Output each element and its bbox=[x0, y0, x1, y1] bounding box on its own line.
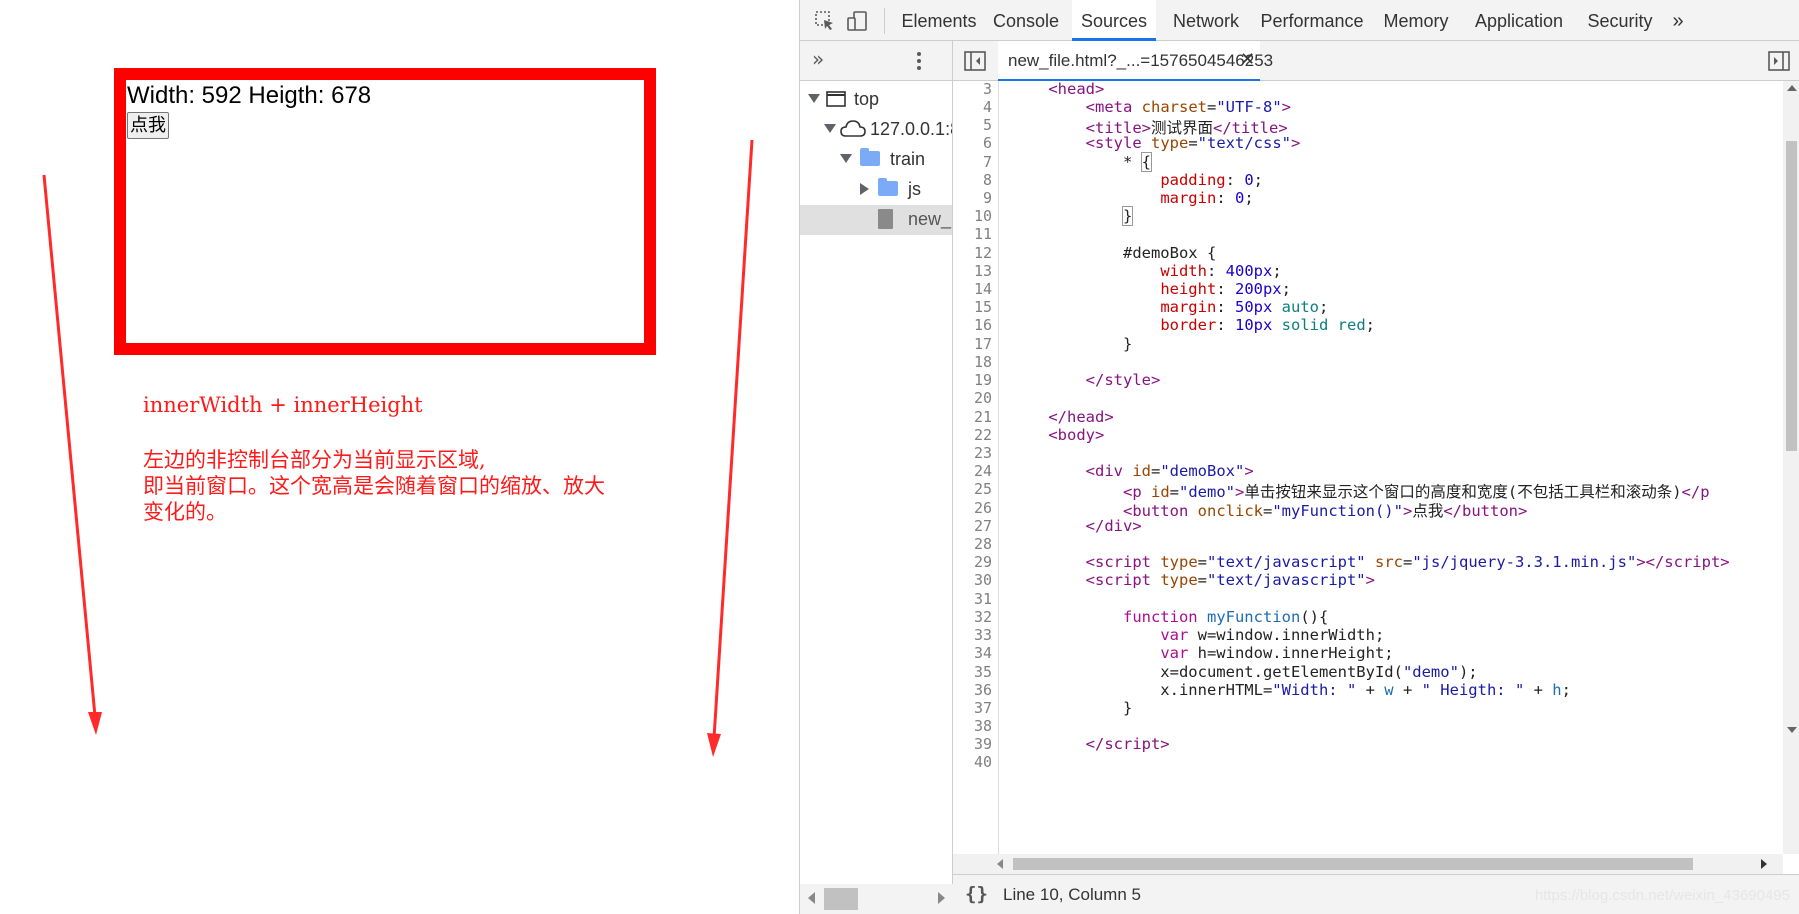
folder-icon bbox=[860, 148, 880, 166]
line-number: 15 bbox=[973, 298, 992, 316]
editor-horizontal-scrollbar[interactable] bbox=[953, 854, 1783, 874]
file-navigator: top 127.0.0.1:8 train js new_ bbox=[800, 81, 953, 914]
pretty-print-icon[interactable]: {} bbox=[965, 883, 988, 905]
line-number: 19 bbox=[973, 371, 992, 389]
line-number: 36 bbox=[973, 681, 992, 699]
line-number: 9 bbox=[982, 189, 992, 207]
line-number: 35 bbox=[973, 663, 992, 681]
line-number: 31 bbox=[973, 590, 992, 608]
file-icon bbox=[878, 209, 893, 229]
close-tab-icon[interactable]: ✕ bbox=[1240, 49, 1255, 70]
line-number: 39 bbox=[973, 735, 992, 753]
line-number: 21 bbox=[973, 408, 992, 426]
line-number: 40 bbox=[973, 753, 992, 771]
line-number: 23 bbox=[973, 444, 992, 462]
device-toolbar-icon[interactable] bbox=[846, 10, 868, 32]
line-number-gutter: 3 4 5 6 7 8 9 10 11 12 13 14 15 16 17 18 19 20 21 22 23 24 25 2… bbox=[953, 81, 999, 854]
line-number: 17 bbox=[973, 335, 992, 353]
page-viewport: Width: 592 Heigth: 678 点我 innerWidth + i… bbox=[0, 0, 799, 914]
expanded-arrow-icon bbox=[824, 124, 836, 133]
editor-vertical-scroll-thumb[interactable] bbox=[1786, 141, 1797, 451]
collapsed-arrow-icon bbox=[860, 183, 869, 195]
line-number: 32 bbox=[973, 608, 992, 626]
toggle-debugger-icon[interactable] bbox=[1768, 51, 1790, 71]
line-number: 26 bbox=[973, 499, 992, 517]
line-number: 10 bbox=[973, 207, 992, 225]
editor-vertical-scrollbar[interactable] bbox=[1783, 81, 1799, 854]
code-editor[interactable]: 3 4 5 6 7 8 9 10 11 12 13 14 15 16 17 18 19 20 21 22 23 24 25 2… bbox=[953, 81, 1799, 854]
line-number: 13 bbox=[973, 262, 992, 280]
tab-sources[interactable]: Sources bbox=[1072, 0, 1156, 41]
line-number: 16 bbox=[973, 316, 992, 334]
scroll-up-icon[interactable] bbox=[1787, 85, 1797, 91]
cloud-icon bbox=[840, 120, 866, 137]
right-arrow-line bbox=[712, 139, 754, 739]
line-number: 34 bbox=[973, 644, 992, 662]
line-number: 14 bbox=[973, 280, 992, 298]
line-number: 18 bbox=[973, 353, 992, 371]
scroll-down-icon[interactable] bbox=[1787, 727, 1797, 733]
tree-item-top[interactable]: top bbox=[800, 85, 952, 115]
line-number: 3 bbox=[982, 81, 992, 98]
tab-elements[interactable]: Elements bbox=[898, 0, 980, 41]
tab-memory[interactable]: Memory bbox=[1374, 0, 1458, 41]
toggle-navigator-icon[interactable] bbox=[964, 51, 986, 71]
more-tabs-icon[interactable]: » bbox=[1668, 0, 1688, 41]
line-number: 27 bbox=[973, 517, 992, 535]
line-number: 11 bbox=[973, 225, 992, 243]
cursor-position: Line 10, Column 5 bbox=[1003, 885, 1141, 904]
navigator-scrollbar[interactable] bbox=[800, 884, 953, 914]
line-number: 6 bbox=[982, 134, 992, 152]
editor-horizontal-scroll-thumb[interactable] bbox=[1013, 858, 1693, 870]
inspect-element-icon[interactable] bbox=[814, 10, 836, 32]
open-file-tab[interactable]: new_file.html?_...=1576504546253 ✕ bbox=[998, 41, 1273, 81]
line-number: 29 bbox=[973, 553, 992, 571]
line-number: 37 bbox=[973, 699, 992, 717]
open-file-name: new_file.html?_...=1576504546253 bbox=[1008, 51, 1274, 70]
frame-icon bbox=[826, 91, 846, 107]
line-number: 8 bbox=[982, 171, 992, 189]
editor-status-bar: {} Line 10, Column 5 https://blog.csdn.n… bbox=[953, 874, 1799, 914]
scroll-right-icon[interactable] bbox=[938, 892, 945, 904]
more-options-icon[interactable] bbox=[916, 51, 922, 71]
expanded-arrow-icon bbox=[808, 94, 820, 103]
navigator-scroll-thumb[interactable] bbox=[824, 888, 858, 910]
watermark: https://blog.csdn.net/weixin_43690495 bbox=[1534, 887, 1790, 904]
annotation-arrows bbox=[42, 139, 754, 757]
right-arrow-head bbox=[707, 733, 721, 757]
scroll-right-icon[interactable] bbox=[1761, 859, 1767, 869]
line-number: 5 bbox=[982, 116, 992, 134]
tab-security[interactable]: Security bbox=[1580, 0, 1660, 41]
line-number: 38 bbox=[973, 717, 992, 735]
line-number: 30 bbox=[973, 571, 992, 589]
expanded-arrow-icon bbox=[840, 154, 852, 163]
line-number: 28 bbox=[973, 535, 992, 553]
tab-console[interactable]: Console bbox=[986, 0, 1066, 41]
tab-network[interactable]: Network bbox=[1162, 0, 1250, 41]
tree-item-new-file[interactable]: new_ bbox=[800, 205, 952, 235]
show-navigator-icon[interactable]: » bbox=[812, 47, 824, 71]
tab-performance[interactable]: Performance bbox=[1256, 0, 1368, 41]
tree-item-js[interactable]: js bbox=[800, 175, 952, 205]
folder-icon bbox=[878, 178, 898, 196]
sources-toolbar: » new_file.html?_...=1576504546253 ✕ bbox=[800, 41, 1799, 81]
scroll-left-icon[interactable] bbox=[997, 859, 1003, 869]
line-number: 12 bbox=[973, 244, 992, 262]
line-number: 24 bbox=[973, 462, 992, 480]
line-number: 7 bbox=[982, 153, 992, 171]
line-number: 22 bbox=[973, 426, 992, 444]
tab-application[interactable]: Application bbox=[1464, 0, 1574, 41]
line-number: 20 bbox=[973, 389, 992, 407]
line-number: 4 bbox=[982, 98, 992, 116]
left-arrow-line bbox=[42, 174, 97, 717]
left-arrow-head bbox=[88, 712, 102, 735]
tree-item-train[interactable]: train bbox=[800, 145, 952, 175]
tree-item-host[interactable]: 127.0.0.1:8 bbox=[800, 115, 952, 145]
devtools-tabbar: Elements Console Sources Network Perform… bbox=[800, 0, 1799, 41]
line-number: 33 bbox=[973, 626, 992, 644]
scroll-left-icon[interactable] bbox=[808, 892, 815, 904]
line-number: 25 bbox=[973, 480, 992, 498]
devtools-panel: Elements Console Sources Network Perform… bbox=[799, 0, 1799, 914]
